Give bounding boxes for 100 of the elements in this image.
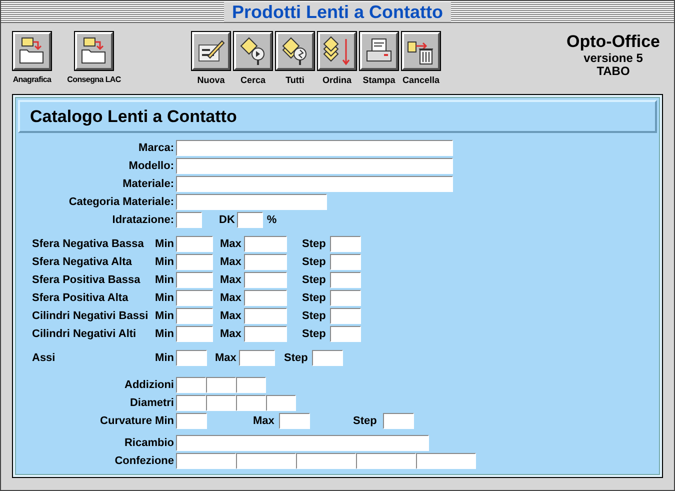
field-label: Step: [302, 326, 327, 342]
input-field[interactable]: [176, 308, 213, 324]
input-field[interactable]: [176, 254, 213, 270]
field-label: Addizioni: [124, 378, 175, 393]
field-label: Max: [220, 308, 242, 324]
input-field[interactable]: [206, 395, 236, 411]
field-label: Max: [215, 350, 238, 366]
toolbar-label: Anagrafica: [12, 74, 52, 86]
input-field[interactable]: [296, 453, 356, 469]
input-field[interactable]: [330, 236, 361, 252]
input-field[interactable]: [244, 254, 287, 270]
input-field[interactable]: [176, 453, 236, 469]
toolbar-button[interactable]: [318, 32, 356, 70]
input-field[interactable]: [244, 290, 287, 306]
field-label: Sfera Negativa Bassa: [31, 236, 145, 252]
input-field[interactable]: [176, 272, 213, 288]
field-label: Step: [302, 272, 327, 288]
field-label: %: [266, 212, 277, 228]
field-label: Min: [154, 272, 175, 288]
input-field[interactable]: [330, 272, 361, 288]
input-field[interactable]: [312, 350, 343, 366]
field-label: Max: [253, 414, 276, 429]
toolbar-button[interactable]: [75, 32, 113, 70]
input-field[interactable]: [330, 308, 361, 324]
input-field[interactable]: [176, 377, 206, 393]
toolbar-button[interactable]: [360, 32, 398, 70]
toolbar-label: Cancella: [402, 74, 440, 87]
field-label: Ricambio: [123, 436, 175, 451]
input-field[interactable]: [236, 212, 263, 228]
input-field[interactable]: [330, 290, 361, 306]
input-field[interactable]: [206, 377, 236, 393]
field-label: Sfera Negativa Alta: [31, 254, 133, 270]
field-label: Marca:: [138, 140, 175, 156]
input-field[interactable]: [176, 140, 453, 156]
input-field[interactable]: [330, 254, 361, 270]
input-field[interactable]: [176, 290, 213, 306]
field-label: Min: [154, 308, 175, 324]
input-field[interactable]: [236, 453, 296, 469]
input-field[interactable]: [244, 272, 287, 288]
toolbar-label: Cerca: [240, 74, 266, 87]
field-label: Min: [154, 350, 175, 366]
input-field[interactable]: [176, 212, 202, 228]
input-field[interactable]: [356, 453, 416, 469]
input-field[interactable]: [236, 377, 266, 393]
field-label: Max: [220, 326, 242, 342]
toolbar-button[interactable]: [276, 32, 314, 70]
window-title: Prodotti Lenti a Contatto: [224, 2, 451, 22]
field-label: Sfera Positiva Bassa: [31, 272, 142, 288]
input-field[interactable]: [176, 236, 213, 252]
field-label: Cilindri Negativi Bassi: [31, 308, 150, 324]
toolbar-label: Stampa: [362, 74, 396, 87]
toolbar-label: Consegna LAC: [67, 74, 121, 86]
field-label: Min: [154, 254, 175, 270]
field-label: Confezione: [114, 454, 175, 469]
field-label: Step: [302, 254, 327, 270]
input-field[interactable]: [176, 158, 453, 174]
field-label: Max: [220, 272, 242, 288]
field-label: Cilindri Negativi Alti: [31, 326, 138, 342]
field-label: Curvature Min: [99, 414, 175, 429]
field-label: Step: [302, 290, 327, 306]
input-field[interactable]: [176, 435, 429, 451]
field-label: Max: [220, 236, 242, 252]
toolbar-button[interactable]: [192, 32, 230, 70]
field-label: Idratazione:: [111, 212, 175, 228]
toolbar-button[interactable]: [13, 32, 51, 70]
field-label: Diametri: [128, 396, 175, 411]
app-name: Opto-Office: [566, 32, 660, 52]
input-field[interactable]: [244, 308, 287, 324]
field-label: Step: [302, 236, 327, 252]
input-field[interactable]: [239, 350, 275, 366]
field-label: Step: [284, 350, 309, 366]
sort-icon: [322, 36, 352, 66]
input-field[interactable]: [244, 326, 287, 342]
toolbar-label: Nuova: [197, 74, 225, 87]
input-field[interactable]: [176, 395, 206, 411]
input-field[interactable]: [279, 413, 310, 429]
input-field[interactable]: [176, 413, 207, 429]
field-label: Modello:: [128, 158, 175, 174]
toolbar-label: Tutti: [286, 74, 304, 87]
input-field[interactable]: [176, 350, 207, 366]
field-label: Assi: [31, 350, 56, 366]
app-version: versione 5: [584, 52, 643, 65]
input-field[interactable]: [266, 395, 296, 411]
input-field[interactable]: [176, 194, 327, 210]
field-label: Min: [154, 290, 175, 306]
field-label: Categoria Materiale:: [68, 194, 175, 210]
input-field[interactable]: [176, 326, 213, 342]
toolbar-button[interactable]: [234, 32, 272, 70]
input-field[interactable]: [244, 236, 287, 252]
field-label: DK: [219, 212, 235, 228]
field-label: Step: [302, 308, 327, 324]
input-field[interactable]: [236, 395, 266, 411]
form-title: Catalogo Lenti a Contatto: [30, 106, 237, 128]
input-field[interactable]: [383, 413, 414, 429]
field-label: Max: [220, 290, 242, 306]
input-field[interactable]: [330, 326, 361, 342]
input-field[interactable]: [416, 453, 476, 469]
input-field[interactable]: [176, 176, 453, 192]
user-name: TABO: [596, 65, 630, 78]
toolbar-button[interactable]: [402, 32, 440, 70]
